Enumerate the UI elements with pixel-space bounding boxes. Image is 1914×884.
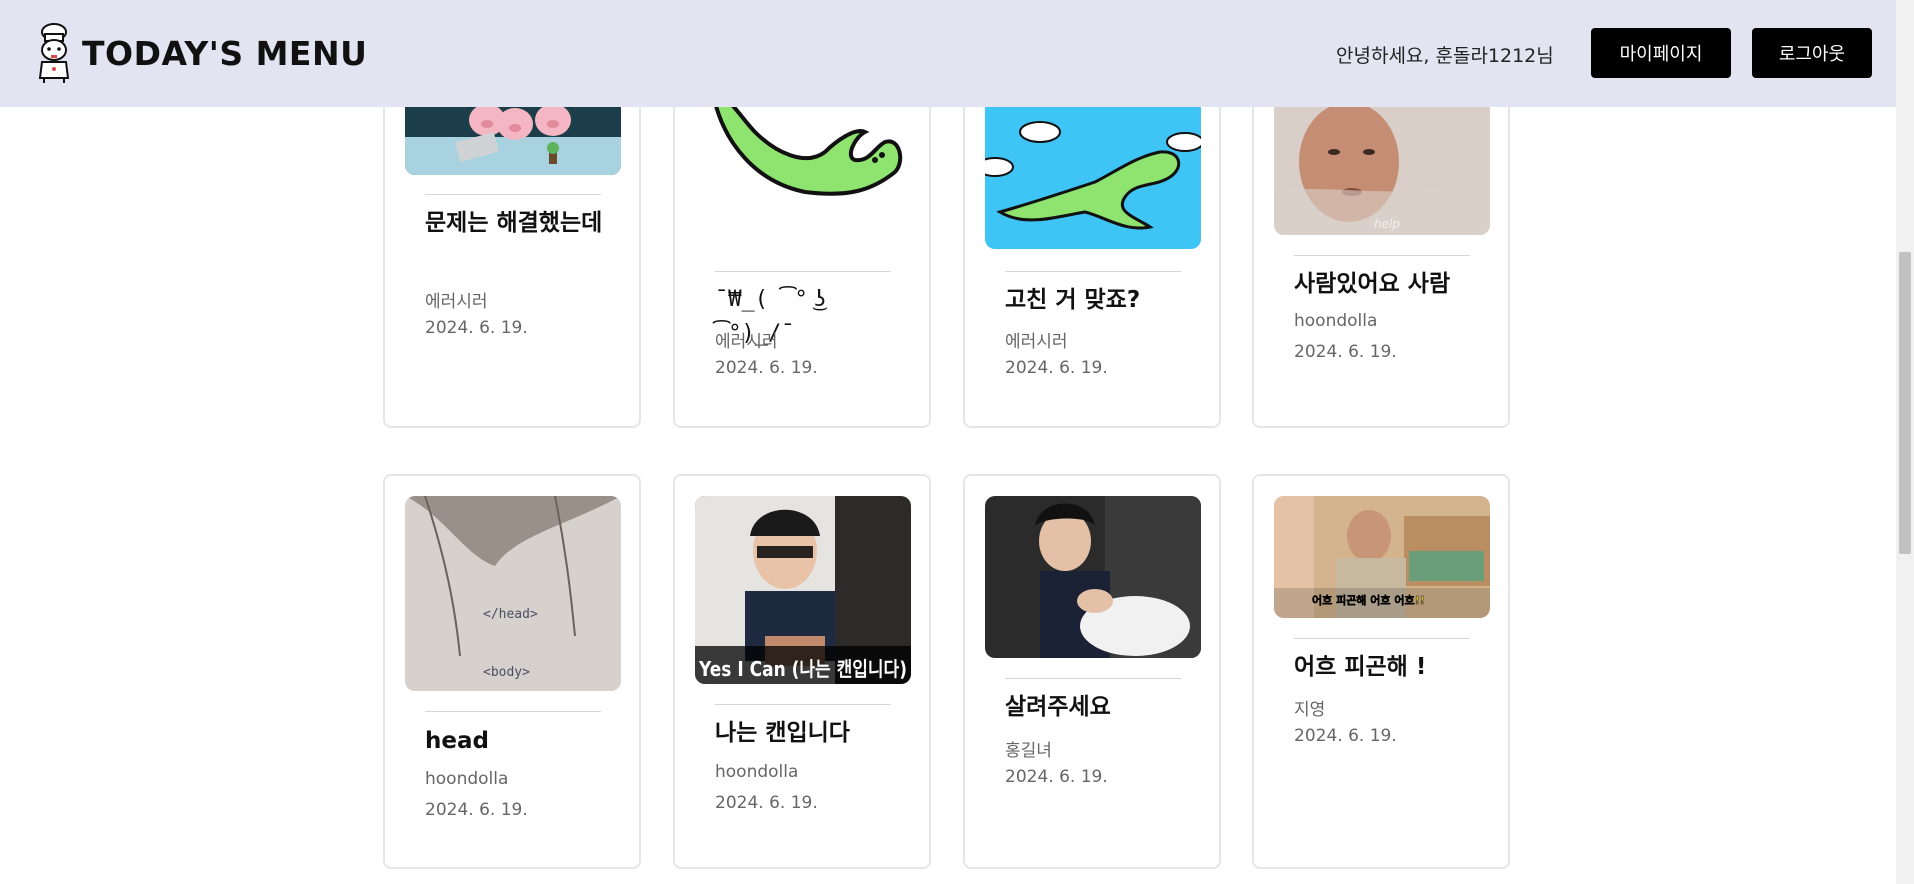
logo-text: TODAY'S MENU — [82, 33, 368, 73]
user-greeting: 안녕하세요, 훈돌라1212님 — [1336, 45, 1554, 67]
post-title[interactable]: 어흐 피곤해 ! — [1294, 650, 1474, 684]
post-author: hoondolla — [715, 762, 799, 782]
post-author: 지영 — [1294, 700, 1326, 720]
card-divider — [425, 194, 601, 195]
tired-caption: 어흐 피곤해 어흐 어흐!! — [1312, 593, 1425, 607]
post-date: 2024. 6. 19. — [715, 358, 818, 378]
page-scrollbar[interactable] — [1896, 0, 1914, 884]
card-divider — [1005, 678, 1181, 679]
tattoo-body-text: <body> — [483, 665, 530, 680]
neck-tattoo-image: </head> <body> — [405, 496, 621, 691]
post-card[interactable]: Yes I Can (나는 캔입니다) 나는 캔입니다 hoondolla 20… — [673, 474, 931, 869]
card-divider — [1294, 638, 1470, 639]
tattoo-head-text: </head> — [483, 607, 538, 622]
post-card[interactable]: </head> <body> head hoondolla 2024. 6. 1… — [383, 474, 641, 869]
post-author: 에러시러 — [715, 332, 778, 352]
post-date: 2024. 6. 19. — [425, 318, 528, 338]
card-divider — [425, 711, 601, 712]
post-author: 에러시러 — [425, 292, 488, 312]
post-author: hoondolla — [425, 769, 509, 789]
card-divider — [715, 271, 891, 272]
post-date: 2024. 6. 19. — [1005, 358, 1108, 378]
mypage-button[interactable]: 마이페이지 — [1591, 28, 1731, 78]
post-title[interactable]: 살려주세요 — [1005, 690, 1185, 724]
post-thumbnail[interactable] — [985, 496, 1201, 658]
site-logo[interactable]: TODAY'S MENU — [32, 22, 367, 84]
post-title[interactable]: 고친 거 맞죠? — [1005, 283, 1185, 317]
post-author: 에러시러 — [1005, 332, 1068, 352]
post-date: 2024. 6. 19. — [1005, 767, 1108, 787]
post-date: 2024. 6. 19. — [1294, 726, 1397, 746]
post-date: 2024. 6. 19. — [715, 793, 818, 813]
logout-button[interactable]: 로그아웃 — [1752, 28, 1872, 78]
card-divider — [1294, 255, 1470, 256]
post-title[interactable]: 문제는 해결했는데 — [425, 206, 605, 240]
chef-mascot-icon — [38, 23, 70, 83]
woman-in-booth-image — [985, 496, 1201, 658]
post-thumbnail[interactable]: </head> <body> — [405, 496, 621, 691]
post-thumbnail[interactable]: Yes I Can (나는 캔입니다) — [695, 496, 911, 684]
site-header: TODAY'S MENU 안녕하세요, 훈돌라1212님 마이페이지 로그아웃 — [0, 0, 1896, 107]
help-caption: help — [1374, 217, 1400, 231]
post-title[interactable]: head — [425, 724, 605, 758]
post-card[interactable]: 살려주세요 홍길녀 2024. 6. 19. — [963, 474, 1221, 869]
post-date: 2024. 6. 19. — [425, 800, 528, 820]
post-author: 홍길녀 — [1005, 741, 1052, 761]
post-date: 2024. 6. 19. — [1294, 342, 1397, 362]
yes-i-can-image: Yes I Can (나는 캔입니다) — [695, 496, 911, 684]
post-author: hoondolla — [1294, 311, 1378, 331]
post-title[interactable]: 사람있어요 사람 — [1294, 267, 1474, 301]
card-divider — [715, 704, 891, 705]
tired-man-image: 어흐 피곤해 어흐 어흐!! — [1274, 496, 1490, 618]
post-title[interactable]: 나는 캔입니다 — [715, 716, 895, 750]
scrollbar-thumb[interactable] — [1899, 252, 1911, 554]
post-thumbnail[interactable]: 어흐 피곤해 어흐 어흐!! — [1274, 496, 1490, 618]
yes-i-can-caption: Yes I Can (나는 캔입니다) — [698, 657, 907, 681]
post-card[interactable]: 어흐 피곤해 어흐 어흐!! 어흐 피곤해 ! 지영 2024. 6. 19. — [1252, 474, 1510, 869]
card-divider — [1005, 271, 1181, 272]
page: 문제는 해결했는데 에러시러 2024. 6. 19. ¯₩_( ͡° ͜ʖ ͡… — [0, 0, 1914, 884]
